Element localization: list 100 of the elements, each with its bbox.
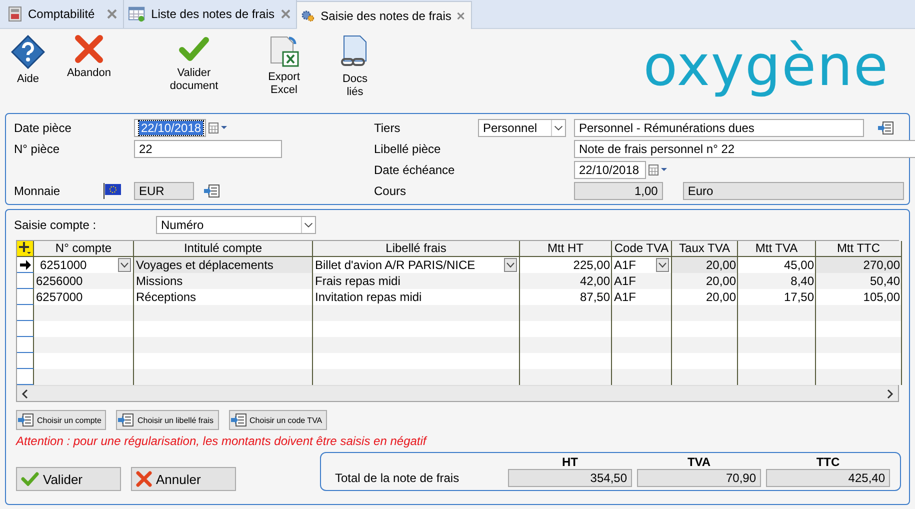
column-header[interactable]: Taux TVA [672, 241, 738, 257]
scroll-left-icon[interactable] [21, 388, 29, 398]
row-selector[interactable] [17, 353, 34, 369]
total-field: 425,40 [766, 469, 890, 487]
row-selector[interactable] [17, 289, 34, 305]
dropdown-caret-icon[interactable] [301, 217, 315, 233]
spreadsheet-export-icon [268, 35, 300, 67]
checkmark-icon [21, 472, 39, 486]
help-icon [11, 35, 45, 69]
row-selector[interactable] [17, 337, 34, 353]
cancel-button[interactable]: Annuler [131, 467, 236, 491]
dropdown-caret-icon[interactable] [656, 258, 669, 272]
table-icon [128, 6, 146, 22]
rate-field: 1,00 [574, 182, 663, 200]
total-field: 70,90 [637, 469, 761, 487]
table-cell: A1F [612, 257, 672, 273]
date-field[interactable]: 22/10/2018 [134, 119, 206, 137]
column-header[interactable]: Mtt HT [520, 241, 612, 257]
current-row-arrow-icon [20, 260, 30, 270]
field-label: Cours [374, 184, 408, 198]
toolbar-button[interactable]: Export Excel [260, 35, 308, 97]
validate-button[interactable]: Valider [16, 467, 121, 491]
table-cell [672, 369, 738, 385]
column-header[interactable]: Code TVA [612, 241, 672, 257]
field-label: Tiers [374, 121, 402, 135]
dropdown-caret-icon[interactable] [551, 120, 565, 136]
table-cell: A1F [612, 289, 672, 305]
close-icon[interactable] [107, 9, 117, 19]
table-cell: 8,40 [738, 273, 816, 289]
column-header[interactable]: N° compte [34, 241, 134, 257]
field-label: Libellé pièce [374, 142, 442, 156]
field-label: Date échéance [374, 163, 456, 177]
column-header[interactable]: Intitulé compte [134, 241, 313, 257]
row-selector[interactable] [17, 321, 34, 337]
table-cell: 6257000 [34, 289, 134, 305]
choose-button[interactable]: Choisir un code TVA [228, 410, 328, 430]
column-header[interactable]: Libellé frais [313, 241, 520, 257]
piece-number-field[interactable]: 22 [134, 140, 282, 158]
field-label: Monnaie [14, 184, 60, 198]
total-heading: TTC [815, 455, 841, 469]
table-cell [672, 337, 738, 353]
table-cell [612, 337, 672, 353]
dropdown-caret-icon[interactable] [118, 258, 131, 272]
row-selector[interactable] [17, 305, 34, 321]
account-entry-dropdown[interactable]: Numéro [156, 216, 316, 234]
scroll-right-icon[interactable] [886, 388, 894, 398]
gears-icon [301, 8, 315, 24]
table-cell: Réceptions [134, 289, 313, 305]
logo: oxygène [643, 39, 889, 95]
cross-icon [75, 35, 103, 63]
row-selector[interactable] [17, 257, 34, 273]
column-header[interactable]: Mtt TVA [738, 241, 816, 257]
close-icon[interactable] [457, 10, 465, 20]
column-header[interactable]: Mtt TTC [816, 241, 902, 257]
checkmark-icon [179, 35, 209, 63]
table-cell: Frais repas midi [313, 273, 520, 289]
currency-field: EUR [134, 182, 194, 200]
piece-label-field[interactable]: Note de frais personnel n° 22 [574, 140, 915, 158]
table-cell: Voyages et déplacements [134, 257, 313, 273]
total-heading: HT [561, 455, 579, 469]
table-cell: Billet d'avion A/R PARIS/NICE [313, 257, 520, 273]
calendar-icon[interactable] [648, 164, 668, 176]
horizontal-scrollbar[interactable] [17, 385, 898, 401]
cross-icon [136, 471, 152, 487]
table-cell: 270,00 [816, 257, 902, 273]
field-label: Date pièce [14, 121, 72, 135]
calendar-icon[interactable] [208, 122, 228, 134]
list-picker-icon [204, 184, 220, 198]
add-row-icon[interactable] [18, 241, 32, 255]
toolbar-button[interactable]: Aide [4, 35, 52, 86]
due-date-field[interactable]: 22/10/2018 [574, 161, 646, 179]
table-cell: 20,00 [672, 257, 738, 273]
linked-document-icon [341, 35, 369, 69]
table-cell [612, 369, 672, 385]
total-heading: TVA [686, 455, 712, 469]
tab[interactable]: Saisie des notes de frais [297, 1, 472, 29]
toolbar-button[interactable]: Valider document [158, 35, 230, 93]
list-picker-icon [18, 413, 34, 427]
table-cell: Invitation repas midi [313, 289, 520, 305]
total-field: 354,50 [508, 469, 632, 487]
tiers-type-dropdown[interactable]: Personnel [478, 119, 566, 137]
choose-button[interactable]: Choisir un compte [16, 410, 106, 430]
list-picker-icon [878, 121, 894, 135]
toolbar-button[interactable]: Docs liés [333, 35, 377, 99]
tiers-field[interactable]: Personnel - Rémunérations dues [574, 119, 864, 137]
toolbar-button[interactable]: Abandon [60, 35, 118, 80]
table-cell: 6256000 [34, 273, 134, 289]
list-picker-icon [230, 413, 247, 427]
dropdown-caret-icon[interactable] [504, 258, 517, 272]
list-picker-icon [118, 413, 134, 427]
table-cell: 50,40 [816, 273, 902, 289]
close-icon[interactable] [280, 9, 290, 19]
choose-button[interactable]: Choisir un libellé frais [116, 410, 219, 430]
table-cell [612, 305, 672, 321]
flag-icon [102, 182, 122, 200]
row-selector[interactable] [17, 273, 34, 289]
table-cell: Missions [134, 273, 313, 289]
row-selector[interactable] [17, 369, 34, 385]
table-cell: A1F [612, 273, 672, 289]
calculator-icon [8, 6, 22, 22]
